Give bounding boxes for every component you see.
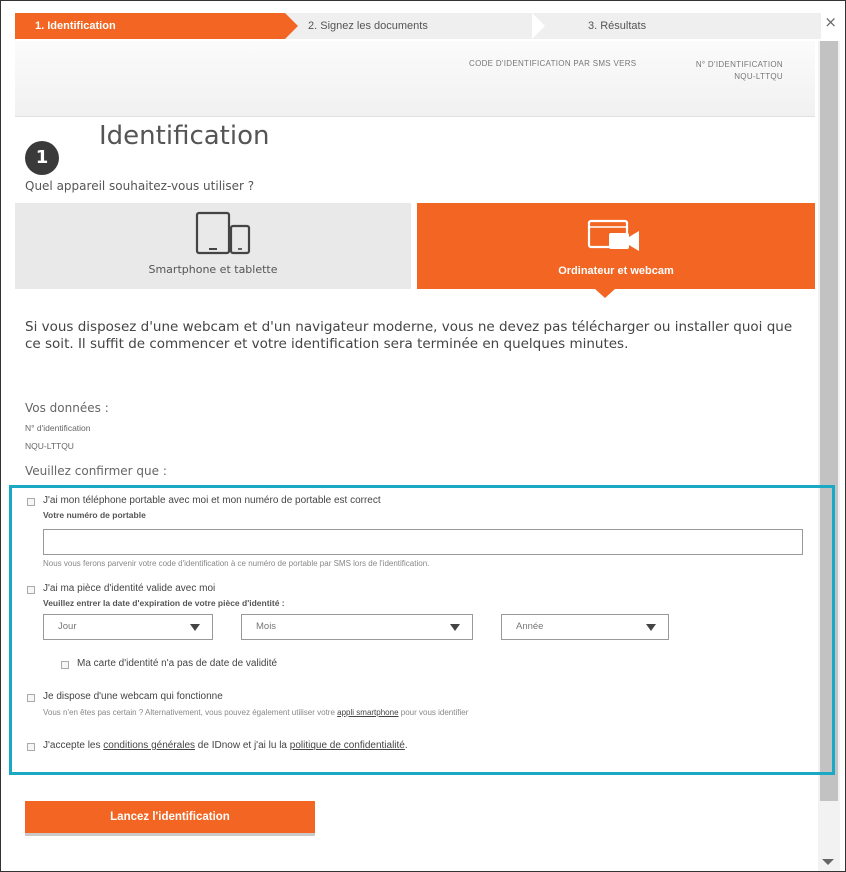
page-title: Identification bbox=[99, 121, 270, 151]
privacy-policy-link[interactable]: politique de confidentialité bbox=[290, 740, 405, 751]
data-id-value: NQU-LTTQU bbox=[25, 441, 74, 451]
device-label-computer: Ordinateur et webcam bbox=[558, 265, 674, 277]
identification-dialog: 1. Identification 2. Signez les document… bbox=[0, 0, 846, 872]
device-option-smartphone[interactable]: Smartphone et tablette bbox=[15, 203, 411, 289]
webcam-help-text: Vous n'en êtes pas certain ? Alternative… bbox=[43, 708, 468, 717]
smartphone-app-link[interactable]: appli smartphone bbox=[337, 708, 398, 717]
id-block: N° D'IDENTIFICATION NQU-LTTQU bbox=[696, 59, 783, 83]
no-validity-checkbox[interactable] bbox=[61, 661, 69, 669]
chevron-down-icon bbox=[190, 624, 200, 631]
sms-code-label: CODE D'IDENTIFICATION PAR SMS VERS bbox=[469, 59, 637, 68]
id-checkbox-label: J'ai ma pièce d'identité valide avec moi bbox=[43, 583, 216, 594]
step-results: 3. Résultats bbox=[588, 20, 647, 32]
scroll-down-icon[interactable] bbox=[822, 859, 834, 865]
terms-mid: de IDnow et j'ai lu la bbox=[197, 740, 287, 751]
description-text: Si vous disposez d'une webcam et d'un na… bbox=[25, 319, 793, 352]
expiry-label: Veuillez entrer la date d'expiration de … bbox=[43, 598, 285, 608]
day-select-value: Jour bbox=[58, 621, 77, 632]
selected-pointer bbox=[595, 289, 615, 298]
day-select[interactable]: Jour bbox=[43, 614, 213, 640]
year-select[interactable]: Année bbox=[501, 614, 669, 640]
webcam-icon bbox=[587, 219, 639, 251]
month-select-value: Mois bbox=[256, 621, 277, 632]
progress-stepper: 1. Identification 2. Signez les document… bbox=[15, 13, 821, 39]
year-select-value: Année bbox=[516, 621, 544, 632]
confirm-heading: Veuillez confirmer que : bbox=[25, 464, 167, 478]
terms-checkbox-label: J'accepte les conditions générales de ID… bbox=[43, 740, 408, 751]
terms-link[interactable]: conditions générales bbox=[103, 740, 195, 751]
device-label-smartphone: Smartphone et tablette bbox=[148, 263, 278, 276]
phone-help-text: Nous vous ferons parvenir votre code d'i… bbox=[43, 559, 430, 568]
terms-pre: J'accepte les bbox=[43, 740, 101, 751]
month-select[interactable]: Mois bbox=[241, 614, 473, 640]
header-id-label: N° D'IDENTIFICATION bbox=[695, 60, 783, 69]
step-number-badge: 1 bbox=[25, 141, 59, 175]
info-band: CODE D'IDENTIFICATION PAR SMS VERS N° D'… bbox=[15, 41, 815, 117]
step-sign-documents: 2. Signez les documents bbox=[305, 13, 545, 39]
phone-field-label: Votre numéro de portable bbox=[43, 510, 146, 520]
terms-post: . bbox=[404, 740, 408, 751]
webcam-help-post: pour vous identifier bbox=[400, 708, 469, 717]
phone-checkbox[interactable] bbox=[27, 498, 35, 506]
chevron-down-icon bbox=[646, 624, 656, 631]
close-icon[interactable]: × bbox=[824, 13, 837, 31]
device-question: Quel appareil souhaitez-vous utiliser ? bbox=[25, 179, 255, 193]
id-checkbox[interactable] bbox=[27, 586, 35, 594]
launch-identification-button[interactable]: Lancez l'identification bbox=[25, 801, 315, 836]
step-identification: 1. Identification bbox=[15, 13, 298, 39]
data-id-label: N° d'identification bbox=[25, 423, 91, 433]
webcam-checkbox[interactable] bbox=[27, 694, 35, 702]
smartphone-tablet-icon bbox=[195, 211, 251, 255]
phone-number-input[interactable] bbox=[43, 529, 803, 555]
header-id-value: NQU-LTTQU bbox=[734, 72, 783, 81]
terms-checkbox[interactable] bbox=[27, 743, 35, 751]
webcam-help-pre: Vous n'en êtes pas certain ? Alternative… bbox=[43, 708, 335, 717]
no-validity-label: Ma carte d'identité n'a pas de date de v… bbox=[77, 658, 278, 669]
phone-checkbox-label: J'ai mon téléphone portable avec moi et … bbox=[43, 495, 381, 506]
device-option-computer[interactable]: Ordinateur et webcam bbox=[417, 203, 815, 289]
data-heading: Vos données : bbox=[25, 401, 109, 415]
chevron-down-icon bbox=[450, 624, 460, 631]
webcam-checkbox-label: Je dispose d'une webcam qui fonctionne bbox=[43, 691, 223, 702]
